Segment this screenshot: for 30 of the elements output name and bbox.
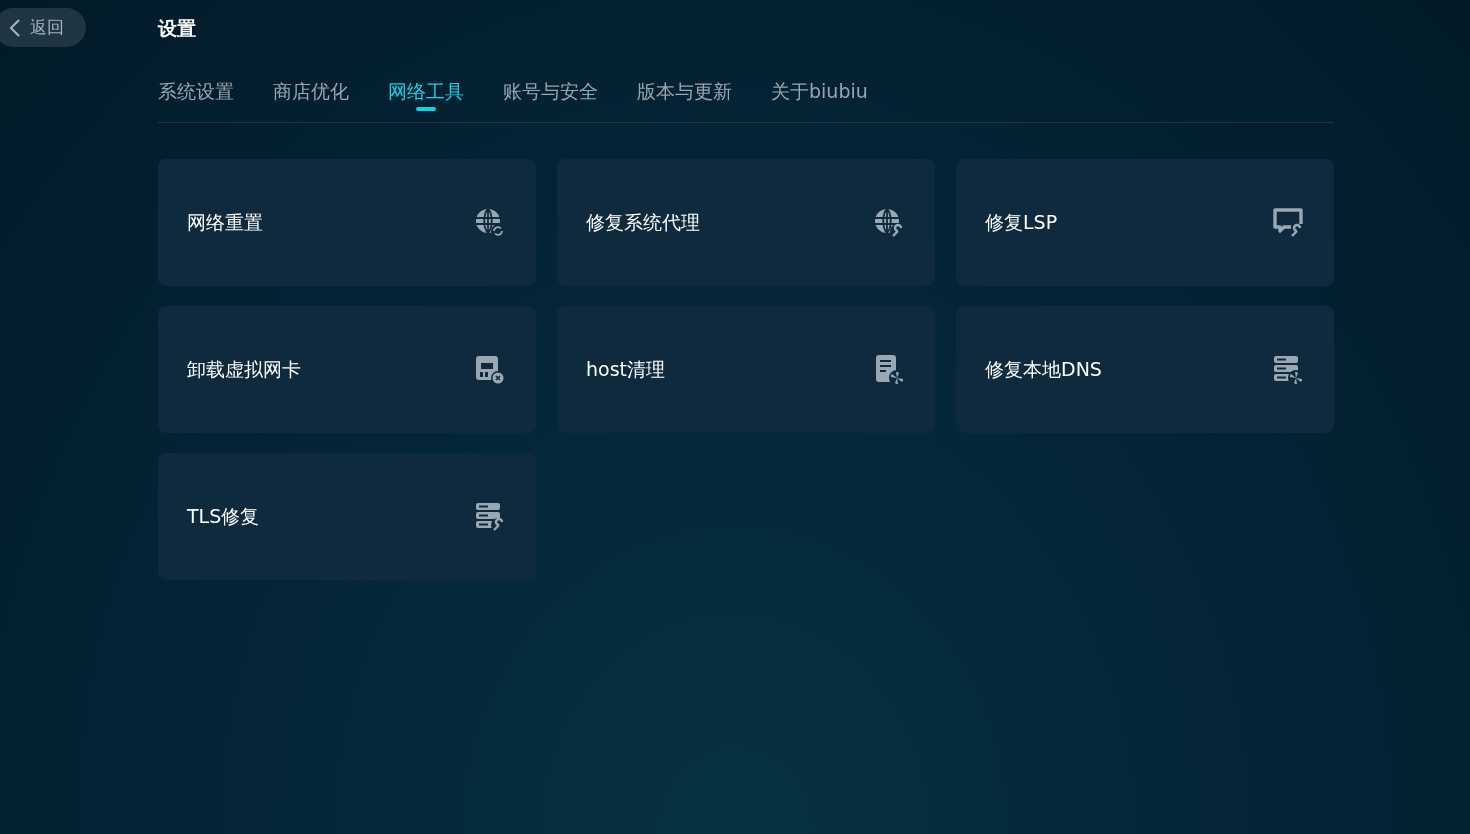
settings-tab[interactable]: 系统设置 [158, 78, 234, 116]
tool-label: 修复LSP [985, 209, 1058, 235]
tool-card[interactable]: 修复本地DNS [956, 306, 1334, 433]
settings-tab[interactable]: 版本与更新 [637, 78, 732, 116]
tool-label: 卸载虚拟网卡 [187, 356, 301, 382]
tool-label: 修复本地DNS [985, 356, 1102, 382]
tool-card[interactable]: 网络重置 [158, 159, 536, 286]
back-button[interactable]: 返回 [0, 8, 86, 47]
tool-card[interactable]: 卸载虚拟网卡 [158, 306, 536, 433]
chevron-left-icon [10, 18, 20, 37]
card-remove-icon [474, 353, 506, 386]
tool-card[interactable]: host清理 [557, 306, 935, 433]
tool-label: host清理 [586, 356, 665, 382]
tool-label: TLS修复 [187, 503, 260, 529]
tool-card[interactable]: TLS修复 [158, 453, 536, 580]
monitor-wrench-icon [1272, 206, 1304, 239]
tool-label: 网络重置 [187, 209, 263, 235]
server-fan-icon [1272, 353, 1304, 386]
globe-refresh-icon [474, 206, 506, 239]
settings-tab[interactable]: 关于biubiu [771, 78, 868, 116]
settings-tab[interactable]: 网络工具 [388, 78, 464, 116]
server-wrench-icon [474, 500, 506, 533]
page-title: 设置 [158, 16, 197, 41]
settings-tab[interactable]: 商店优化 [273, 78, 349, 116]
settings-tab[interactable]: 账号与安全 [503, 78, 598, 116]
tool-card[interactable]: 修复系统代理 [557, 159, 935, 286]
tool-label: 修复系统代理 [586, 209, 700, 235]
tool-card[interactable]: 修复LSP [956, 159, 1334, 286]
globe-wrench-icon [873, 206, 905, 239]
document-fan-icon [873, 353, 905, 386]
